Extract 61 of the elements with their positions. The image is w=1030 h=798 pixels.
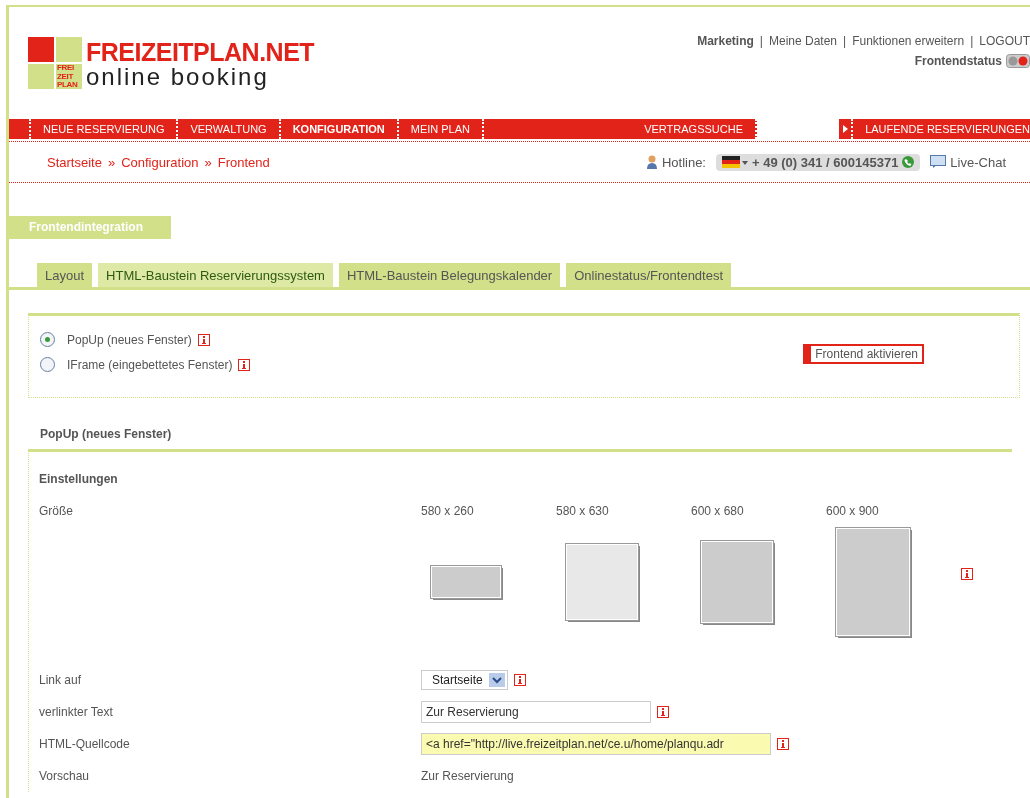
link-separator: | [970, 34, 974, 48]
info-icon[interactable] [238, 358, 251, 371]
info-icon[interactable] [197, 333, 210, 346]
link-select[interactable]: Startseite [421, 670, 508, 690]
tab[interactable]: HTML-Baustein Reservierungssystem [97, 262, 334, 287]
breadcrumb-separator: » [204, 154, 212, 170]
settings-title: Einstellungen [39, 472, 119, 486]
link-separator: | [843, 34, 847, 48]
size-option-label: 600 x 900 [826, 504, 880, 518]
top-link[interactable]: Meine Daten [768, 34, 837, 48]
info-icon[interactable] [961, 568, 973, 580]
logo-title: FREIZEITPLAN.NET [86, 40, 315, 65]
source-code-field[interactable]: <a href="http://live.freizeitplan.net/ce.u/home/planqu.adr [421, 733, 771, 755]
breadcrumb-link[interactable]: Frontend [217, 154, 270, 170]
radio-button[interactable] [40, 332, 55, 347]
nav-item[interactable]: NEUE RESERVIERUNG [31, 119, 179, 139]
section-title: Frontendintegration [9, 216, 171, 239]
tab[interactable]: Layout [36, 262, 94, 287]
breadcrumb-separator: » [107, 154, 116, 170]
phone-icon [902, 156, 915, 168]
tab[interactable]: Onlinestatus/Frontendtest [565, 262, 733, 287]
nav-item[interactable]: VERTRAGSSUCHE [484, 119, 757, 139]
link-label: Link auf [39, 673, 83, 687]
logo-subtitle: online booking [86, 65, 270, 89]
hotline-number: + 49 (0) 341 / 600145371 [752, 154, 899, 170]
size-label: Größe [39, 504, 74, 518]
top-link[interactable]: LOGOUT [979, 34, 1030, 48]
info-icon[interactable] [777, 738, 789, 750]
frontend-status-label: Frontendstatus [914, 54, 1002, 68]
text-label: verlinkter Text [39, 705, 114, 719]
tab[interactable]: HTML-Baustein Belegungskalender [337, 262, 562, 287]
hotline-label: Hotline: [661, 154, 706, 170]
logo-icon [28, 37, 82, 89]
preview-link[interactable]: Zur Reservierung [421, 769, 514, 783]
flag-icon[interactable] [722, 156, 748, 168]
person-icon [645, 155, 658, 169]
top-link[interactable]: Marketing [697, 34, 754, 48]
chat-icon [930, 155, 947, 169]
dropdown-icon [488, 673, 505, 687]
radio-label: PopUp (neues Fenster) [67, 332, 192, 347]
nav-item[interactable]: VERWALTUNG [178, 119, 281, 139]
breadcrumb-link[interactable]: Configuration [121, 154, 199, 170]
nav-item[interactable]: MEIN PLAN [398, 119, 484, 139]
code-label: HTML-Quellcode [39, 737, 131, 751]
radio-button[interactable] [40, 357, 55, 372]
link-text-field[interactable]: Zur Reservierung [421, 701, 651, 723]
link-separator: | [759, 34, 763, 48]
popup-title: PopUp (neues Fenster) [40, 427, 173, 441]
preview-label: Vorschau [39, 769, 91, 783]
nav-item[interactable]: KONFIGURATION [280, 119, 399, 139]
size-option-label: 600 x 680 [691, 504, 745, 518]
size-option-label: 580 x 630 [556, 504, 610, 518]
info-icon[interactable] [513, 674, 526, 686]
logo-mark-text: FREI ZEIT PLAN [57, 64, 78, 90]
activate-button[interactable]: Frontend aktivieren [803, 344, 924, 364]
size-option-label: 580 x 260 [421, 504, 475, 518]
top-link[interactable]: Funktionen erweitern [852, 34, 965, 48]
info-icon[interactable] [657, 706, 669, 718]
live-chat-link[interactable]: Live-Chat [950, 154, 1006, 170]
breadcrumb-link[interactable]: Startseite [47, 154, 102, 170]
radio-label: IFrame (eingebettetes Fenster) [67, 357, 233, 372]
